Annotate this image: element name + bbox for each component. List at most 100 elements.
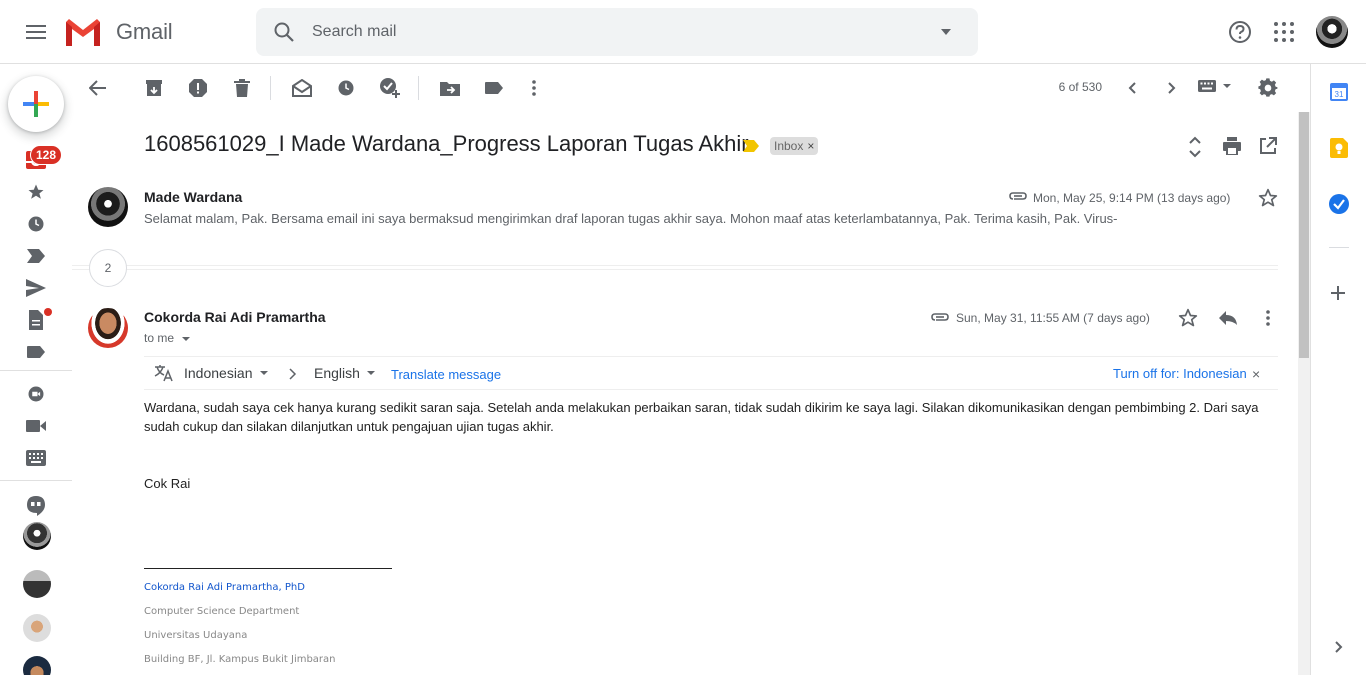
labels-icon[interactable] xyxy=(482,76,506,100)
search-box[interactable] xyxy=(256,8,978,56)
main-menu-icon[interactable] xyxy=(20,16,52,48)
search-options-icon[interactable] xyxy=(940,27,952,37)
important-icon[interactable] xyxy=(22,244,50,268)
open-new-window-icon[interactable] xyxy=(1259,137,1277,155)
scrollbar-thumb[interactable] xyxy=(1299,112,1309,358)
more-options-icon[interactable] xyxy=(522,76,546,100)
turn-off-translation-link[interactable]: Turn off for: Indonesian xyxy=(1113,366,1247,381)
collapsed-divider xyxy=(72,265,1278,266)
expand-all-icon[interactable] xyxy=(1187,136,1203,158)
newer-chevron-icon[interactable] xyxy=(1120,76,1144,100)
compose-button[interactable] xyxy=(8,76,64,132)
reply-icon[interactable] xyxy=(1218,310,1238,326)
importance-marker-icon[interactable] xyxy=(743,140,759,152)
sender-avatar[interactable] xyxy=(88,308,128,348)
star-icon[interactable] xyxy=(1178,308,1198,328)
contact-avatar[interactable] xyxy=(23,522,51,550)
top-bar: Gmail xyxy=(0,0,1366,64)
help-icon[interactable] xyxy=(1226,18,1254,46)
recipient-details-caret-icon[interactable] xyxy=(181,335,191,343)
source-language-caret-icon xyxy=(259,371,268,375)
contact-avatar[interactable] xyxy=(23,656,51,675)
source-language-select[interactable]: Indonesian xyxy=(184,365,269,381)
side-panel: 31 xyxy=(1310,64,1366,675)
translate-message-link[interactable]: Translate message xyxy=(391,367,501,382)
label-icon[interactable] xyxy=(22,340,50,364)
star-icon[interactable] xyxy=(1258,188,1278,208)
message-snippet[interactable]: Selamat malam, Pak. Bersama email ini sa… xyxy=(144,211,1118,226)
sender-name[interactable]: Cokorda Rai Adi Pramartha xyxy=(144,309,326,325)
translate-arrow-icon xyxy=(289,368,297,380)
keep-icon[interactable] xyxy=(1330,138,1348,158)
compose-plus-icon xyxy=(23,91,49,117)
collapsed-divider xyxy=(72,269,1278,270)
message-date: Sun, May 31, 11:55 AM (7 days ago) xyxy=(956,311,1150,325)
email-subject: 1608561029_I Made Wardana_Progress Lapor… xyxy=(144,131,749,156)
toolbar-divider xyxy=(270,76,271,100)
meet-icon[interactable] xyxy=(22,382,50,406)
inbox-unread-badge: 128 xyxy=(30,145,63,165)
older-chevron-icon[interactable] xyxy=(1160,76,1184,100)
rail-divider xyxy=(0,370,72,371)
signature-divider xyxy=(144,568,392,569)
side-panel-divider xyxy=(1329,247,1349,248)
inbox-label-chip[interactable]: Inbox × xyxy=(770,137,819,155)
sent-icon[interactable] xyxy=(22,276,50,300)
sender-avatar[interactable] xyxy=(88,187,128,227)
contact-avatar[interactable] xyxy=(23,614,51,642)
account-avatar[interactable] xyxy=(1316,16,1348,48)
app-name: Gmail xyxy=(116,19,173,44)
svg-text:31: 31 xyxy=(1335,90,1344,99)
search-icon[interactable] xyxy=(272,20,296,44)
settings-gear-icon[interactable] xyxy=(1256,76,1280,100)
gmail-logo[interactable]: Gmail xyxy=(64,16,173,48)
attachment-icon xyxy=(930,311,950,323)
attachment-icon xyxy=(1008,190,1028,202)
move-to-icon[interactable] xyxy=(438,76,462,100)
signature-line: Universitas Udayana xyxy=(144,630,248,641)
rail-divider-2 xyxy=(0,480,72,481)
add-to-tasks-icon[interactable] xyxy=(378,76,402,100)
target-language-select[interactable]: English xyxy=(314,365,376,381)
message-body: Wardana, sudah saya cek hanya kurang sed… xyxy=(144,400,1259,434)
toolbar-divider xyxy=(418,76,419,100)
source-language: Indonesian xyxy=(184,365,253,381)
report-spam-icon[interactable] xyxy=(186,76,210,100)
input-tools-keyboard-icon[interactable] xyxy=(1198,80,1232,92)
archive-icon[interactable] xyxy=(142,76,166,100)
apps-grid-icon[interactable] xyxy=(1272,20,1296,44)
message-more-icon[interactable] xyxy=(1266,310,1270,326)
keyboard-icon[interactable] xyxy=(22,446,50,470)
contact-avatar[interactable] xyxy=(23,570,51,598)
signature-line: Computer Science Department xyxy=(144,606,300,617)
signature-line: Building BF, Jl. Kampus Bukit Jimbaran xyxy=(144,654,336,665)
target-language: English xyxy=(314,365,360,381)
starred-icon[interactable] xyxy=(22,180,50,204)
pagination-count: 6 of 530 xyxy=(1058,80,1102,94)
message-signoff: Cok Rai xyxy=(144,476,191,491)
hangouts-icon[interactable] xyxy=(22,494,50,518)
collapsed-messages-count[interactable]: 2 xyxy=(89,249,127,287)
snoozed-icon[interactable] xyxy=(22,212,50,236)
remove-label-icon[interactable]: × xyxy=(807,139,814,153)
recipients-text: to me xyxy=(144,331,175,345)
gmail-logo-icon xyxy=(66,19,100,46)
video-call-icon[interactable] xyxy=(22,414,50,438)
get-addons-plus-icon[interactable] xyxy=(1331,286,1345,300)
back-arrow-icon[interactable] xyxy=(86,76,110,100)
calendar-icon[interactable]: 31 xyxy=(1330,83,1348,101)
close-translate-bar-icon[interactable]: × xyxy=(1252,366,1260,382)
recipients-summary[interactable]: to me xyxy=(144,331,191,345)
sender-name[interactable]: Made Wardana xyxy=(144,189,242,205)
delete-icon[interactable] xyxy=(230,76,254,100)
snooze-icon[interactable] xyxy=(334,76,358,100)
show-side-panel-chevron-icon[interactable] xyxy=(1335,641,1343,653)
translate-bar: Indonesian English Translate message Tur… xyxy=(144,356,1278,390)
inbox-label-text: Inbox xyxy=(774,139,804,153)
search-input[interactable] xyxy=(312,20,912,44)
target-language-caret-icon xyxy=(366,371,375,375)
tasks-icon[interactable] xyxy=(1329,194,1349,214)
drafts-dot xyxy=(44,308,52,316)
print-icon[interactable] xyxy=(1223,137,1241,155)
mark-unread-icon[interactable] xyxy=(290,76,314,100)
